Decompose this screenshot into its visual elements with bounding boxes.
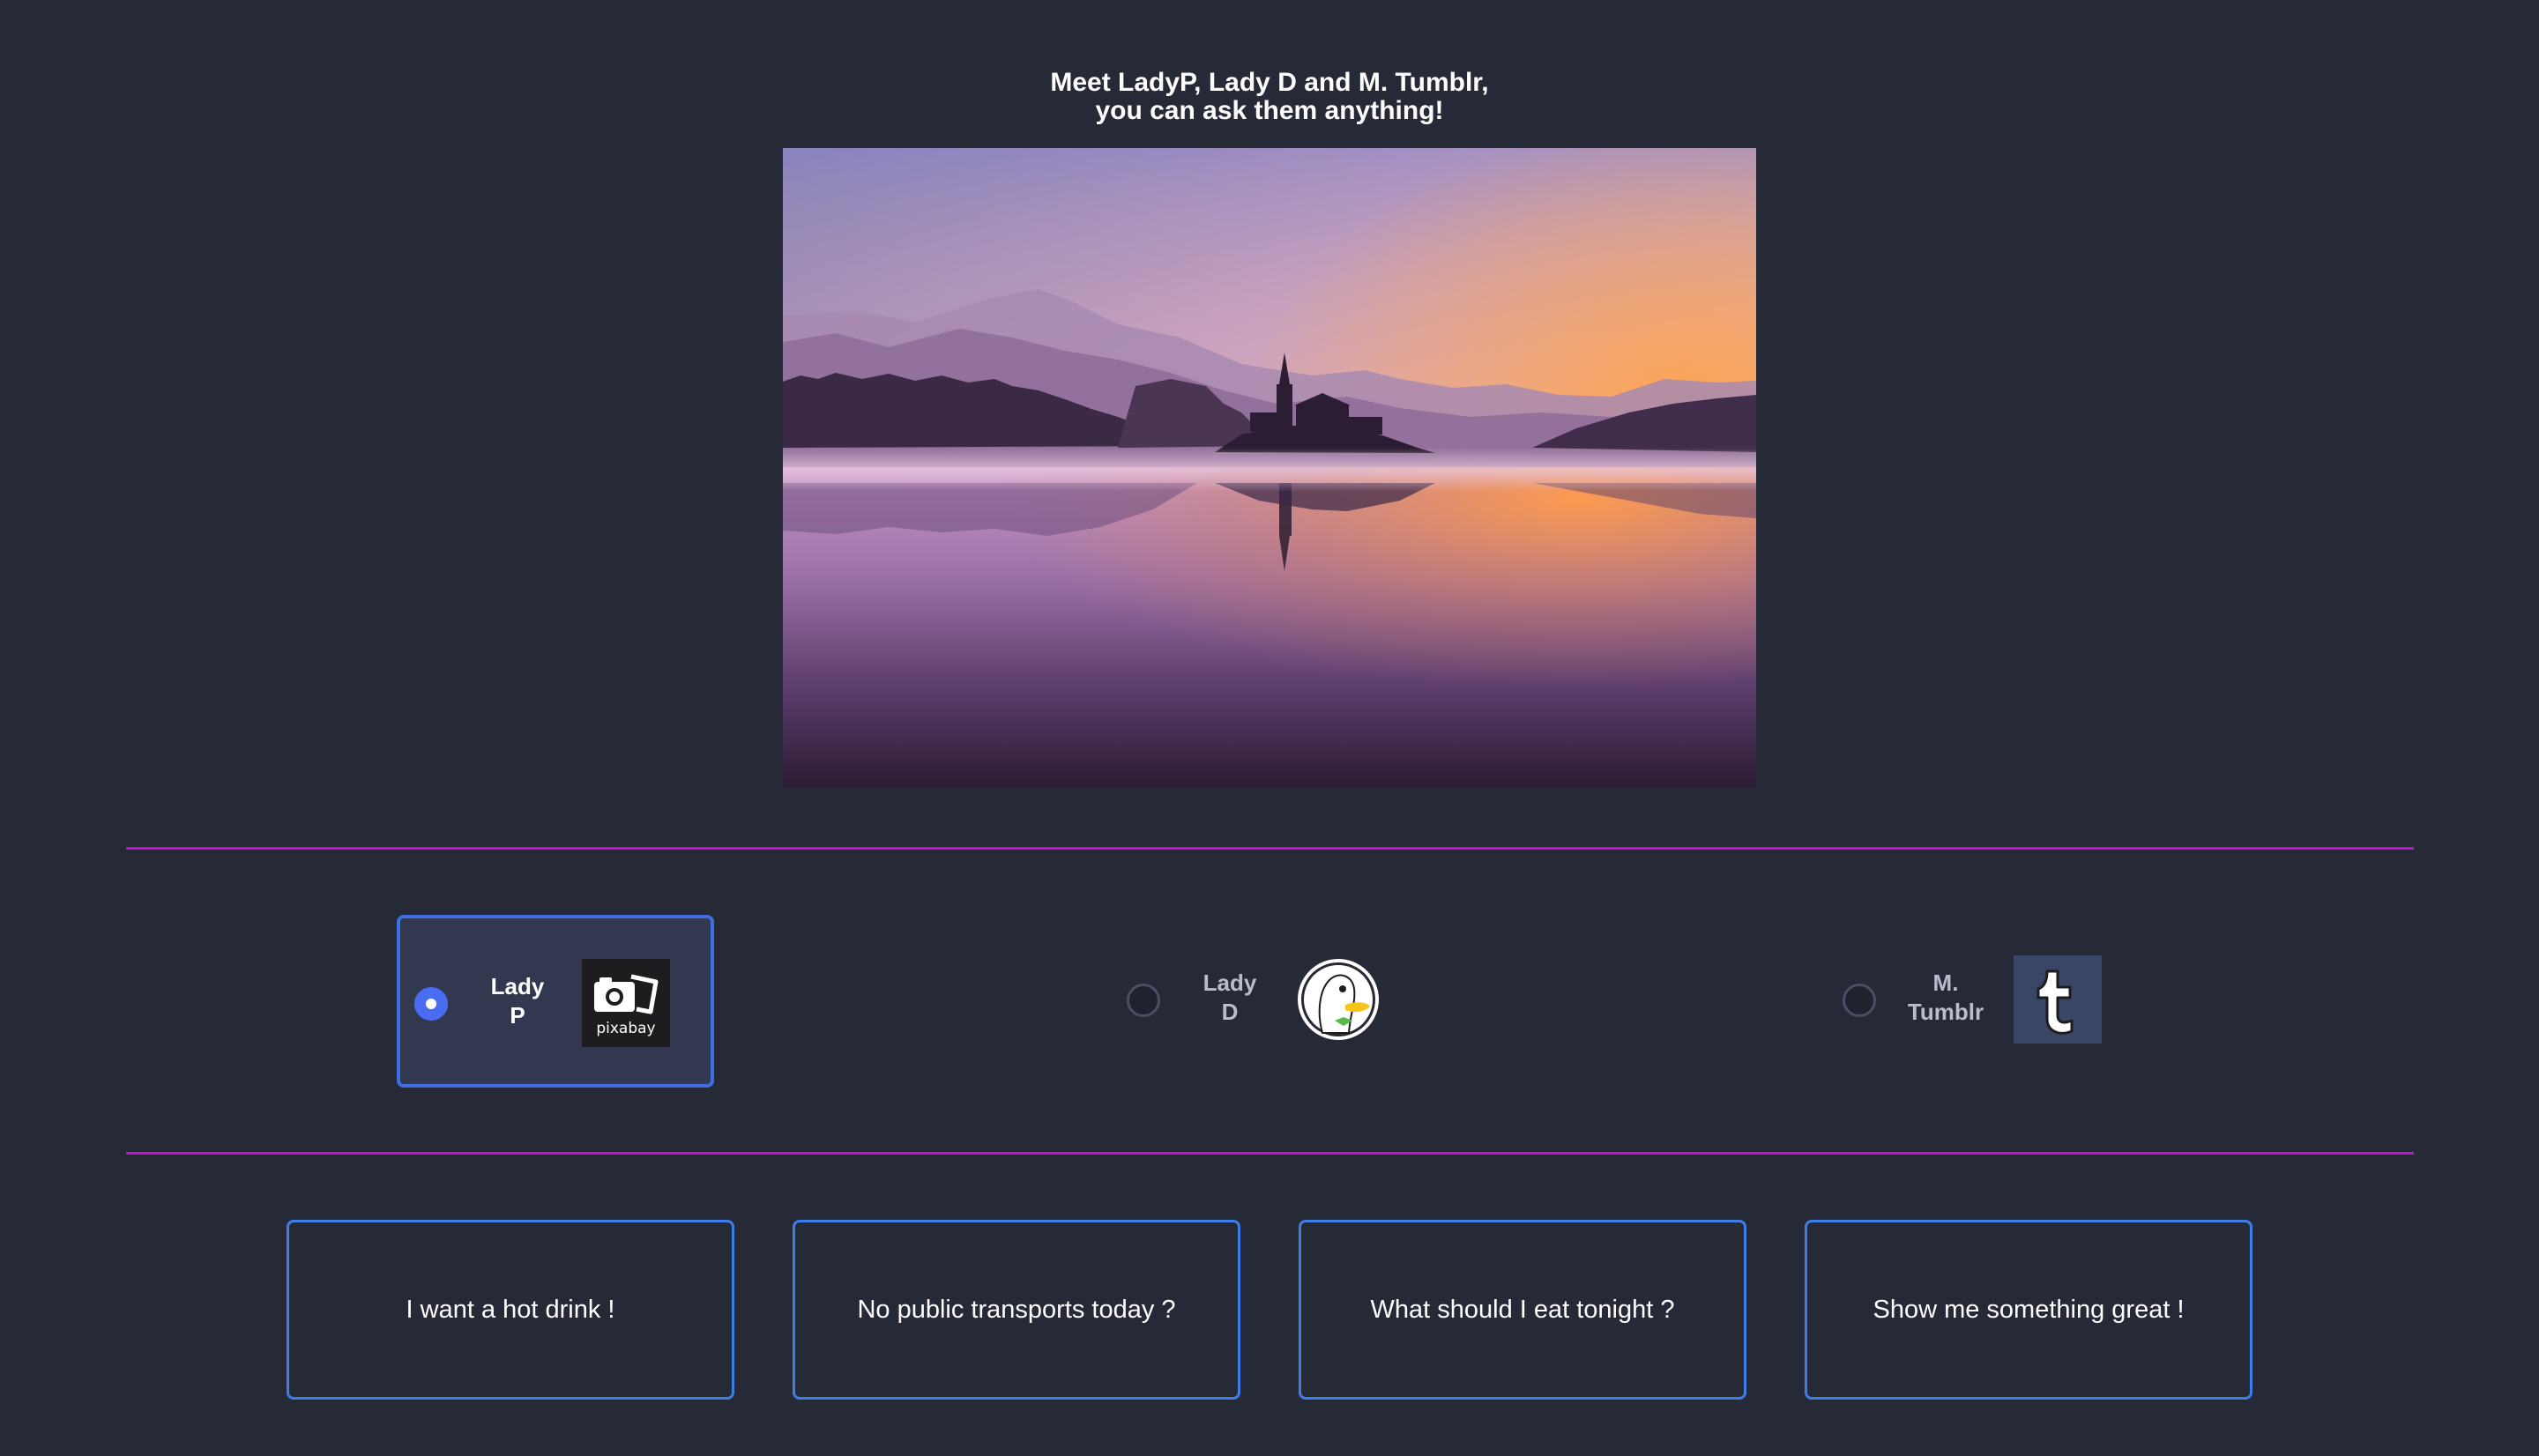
suggestion-hot-drink-button[interactable]: I want a hot drink !	[287, 1220, 734, 1400]
duckduckgo-logo-icon	[1294, 955, 1382, 1044]
title-line-2: you can ask them anything!	[1095, 96, 1444, 125]
persona-name-line-2: D	[1221, 999, 1239, 1025]
persona-m-tumblr[interactable]: M. Tumblr	[1827, 915, 2144, 1088]
page-title: Meet LadyP, Lady D and M. Tumblr, you ca…	[0, 69, 2539, 125]
pixabay-logo-icon: pixabay	[582, 959, 670, 1047]
persona-name-line-2: P	[510, 1002, 525, 1029]
hero-image	[783, 148, 1756, 788]
persona-name: Lady P	[469, 972, 566, 1030]
persona-name: Lady D	[1181, 969, 1278, 1027]
persona-lady-d[interactable]: Lady D	[1111, 915, 1428, 1088]
persona-name-line-1: Lady	[1202, 969, 1257, 996]
title-line-1: Meet LadyP, Lady D and M. Tumblr,	[1050, 68, 1489, 97]
persona-radio[interactable]	[1127, 984, 1160, 1017]
persona-name-line-2: Tumblr	[1907, 999, 1984, 1025]
persona-name-line-1: M.	[1932, 969, 1959, 996]
persona-name: M. Tumblr	[1897, 969, 1994, 1027]
divider-bottom	[126, 1152, 2414, 1155]
suggestion-public-transports-button[interactable]: No public transports today ?	[793, 1220, 1240, 1400]
persona-name-line-1: Lady	[490, 973, 545, 999]
persona-lady-p[interactable]: Lady P pixabay	[397, 915, 714, 1088]
suggestion-eat-tonight-button[interactable]: What should I eat tonight ?	[1299, 1220, 1746, 1400]
pixabay-logo-text: pixabay	[596, 1020, 655, 1037]
tumblr-logo-icon	[2014, 955, 2102, 1044]
suggestion-something-great-button[interactable]: Show me something great !	[1805, 1220, 2252, 1400]
persona-radio-selected[interactable]	[414, 987, 448, 1021]
divider-top	[126, 847, 2414, 850]
persona-radio[interactable]	[1843, 984, 1876, 1017]
